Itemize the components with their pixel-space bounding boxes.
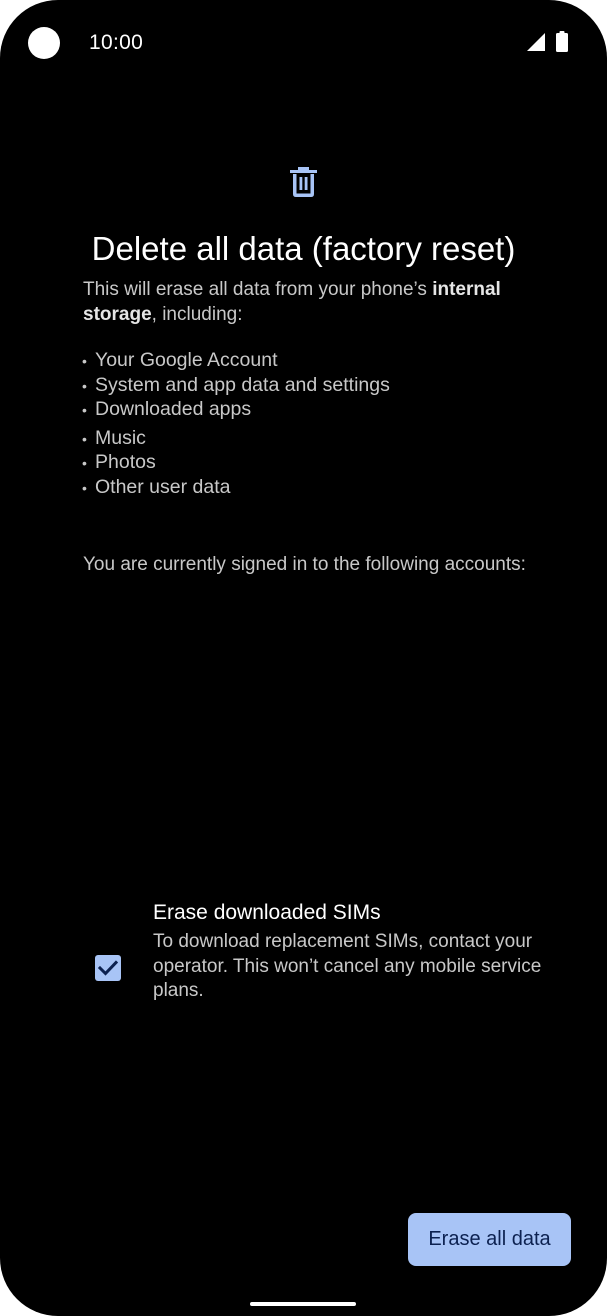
- checkmark-icon: [98, 960, 118, 976]
- list-item: • Other user data: [82, 475, 231, 498]
- gesture-nav-bar[interactable]: [250, 1302, 356, 1306]
- erase-sims-option[interactable]: Erase downloaded SIMs To download replac…: [0, 896, 607, 1008]
- intro-text: This will erase all data from your phone…: [83, 279, 501, 325]
- list-item: • Your Google Account: [82, 349, 278, 371]
- sim-option-title: Erase downloaded SIMs: [153, 901, 381, 924]
- battery-icon: [556, 31, 568, 52]
- status-time: 10:00: [89, 31, 144, 54]
- list-item: • Photos: [82, 451, 156, 473]
- erase-sims-checkbox[interactable]: [95, 955, 121, 981]
- list-item: • Music: [82, 426, 146, 449]
- accounts-text: You are currently signed in to the follo…: [83, 554, 526, 575]
- sim-option-description: To download replacement SIMs, contact yo…: [153, 931, 542, 1001]
- cell-signal-icon: [527, 33, 545, 51]
- list-item: • Downloaded apps: [82, 398, 252, 420]
- phone-screen: 10:00 Delete all data (factory reset) Th…: [0, 0, 607, 1316]
- erase-items-list: • Your Google Account • System and app dat…: [80, 348, 390, 499]
- erase-all-data-button[interactable]: Erase all data: [408, 1213, 571, 1266]
- page-title: Delete all data (factory reset): [91, 230, 516, 267]
- camera-cutout: [28, 27, 60, 59]
- list-item: • System and app data and settings: [82, 373, 390, 396]
- trash-icon: [290, 167, 317, 197]
